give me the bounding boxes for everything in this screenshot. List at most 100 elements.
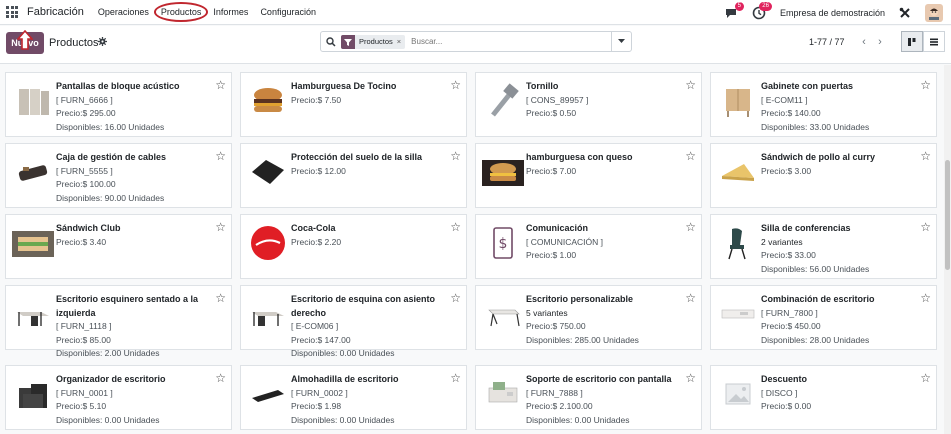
product-price: Precio:$ 3.40 [56,236,107,247]
product-name: Descuento [761,374,808,384]
filter-facet: Productos × [341,34,406,49]
product-card[interactable]: hamburguesa con queso Precio:$ 7.00 ☆ [475,143,702,208]
product-price: Precio:$ 295.00 [56,108,116,119]
favorite-star-icon[interactable]: ☆ [920,292,931,304]
favorite-star-icon[interactable]: ☆ [685,372,696,384]
activities-button[interactable]: 26 [752,1,772,20]
product-name: Hamburguesa De Tocino [291,81,397,91]
product-card[interactable]: Sándwich de pollo al curry Precio:$ 3.00… [710,143,937,208]
list-view-button[interactable] [923,31,945,52]
favorite-star-icon[interactable]: ☆ [215,221,226,233]
product-ref: [ FURN_7800 ] [761,307,818,318]
product-card[interactable]: $ Comunicación [ COMUNICACIÓN ] Precio:$… [475,214,702,279]
product-name: Protección del suelo de la silla [291,152,423,162]
menu-configuracion[interactable]: Configuración [260,7,316,17]
product-card[interactable]: Tornillo [ CONS_89957 ] Precio:$ 0.50 ☆ [475,72,702,137]
apps-menu-icon[interactable] [6,6,20,18]
favorite-star-icon[interactable]: ☆ [450,150,461,162]
scrollbar-thumb[interactable] [945,160,950,270]
product-card[interactable]: Hamburguesa De Tocino Precio:$ 7.50 ☆ [240,72,467,137]
gear-icon[interactable] [98,37,107,46]
product-price: Precio:$ 2.100.00 [526,401,593,412]
favorite-star-icon[interactable]: ☆ [685,79,696,91]
product-name: Gabinete con puertas [761,81,854,91]
menu-productos[interactable]: Productos [153,2,209,22]
search-icon [326,36,336,47]
product-price: Precio:$ 33.00 [761,250,816,261]
product-card[interactable]: Escritorio de esquina con asiento derech… [240,285,467,358]
kanban-view-button[interactable] [901,31,923,52]
product-card[interactable]: Pantallas de bloque acústico [ FURN_6666… [5,72,232,137]
product-card[interactable]: Protección del suelo de la silla Precio:… [240,143,467,208]
user-avatar[interactable] [925,3,943,22]
tools-icon[interactable] [899,7,911,19]
product-card[interactable]: Escritorio personalizable 5 variantes Pr… [475,285,702,350]
product-ref: [ E-COM06 ] [291,321,339,332]
messages-button[interactable]: 5 [724,1,744,20]
favorite-star-icon[interactable]: ☆ [920,221,931,233]
favorite-star-icon[interactable]: ☆ [450,372,461,384]
product-card[interactable]: Descuento [ DISCO ] Precio:$ 0.00 ☆ [710,365,937,430]
product-variants: 2 variantes [761,236,803,247]
favorite-star-icon[interactable]: ☆ [920,79,931,91]
product-card[interactable]: Sándwich Club Precio:$ 3.40 ☆ [5,214,232,279]
menu-informes[interactable]: Informes [213,7,248,17]
product-card[interactable]: Coca-Cola Precio:$ 2.20 ☆ [240,214,467,279]
favorite-star-icon[interactable]: ☆ [685,221,696,233]
favorite-star-icon[interactable]: ☆ [215,150,226,162]
cabinet-icon [716,79,760,123]
burger-icon [246,79,290,123]
pager-next-icon[interactable]: › [871,33,889,51]
favorite-star-icon[interactable]: ☆ [920,150,931,162]
favorite-star-icon[interactable]: ☆ [685,150,696,162]
pager-value[interactable]: 1-77 / 77 [809,37,845,47]
search-bar[interactable]: Productos × [320,31,632,52]
product-card[interactable]: Almohadilla de escritorio [ FURN_0002 ] … [240,365,467,430]
product-card[interactable]: Combinación de escritorio [ FURN_7800 ] … [710,285,937,350]
main-menu: Operaciones Productos Informes Configura… [98,2,316,22]
search-options-toggle[interactable] [611,32,631,51]
product-ref: [ FURN_0001 ] [56,387,113,398]
product-name: Coca-Cola [291,223,336,233]
favorite-star-icon[interactable]: ☆ [920,372,931,384]
organizer-icon [11,372,55,416]
annotation-arrow-up-icon [17,30,33,50]
screen-icon [11,79,55,123]
product-name: Soporte de escritorio con pantalla [526,374,672,384]
product-card[interactable]: Organizador de escritorio [ FURN_0001 ] … [5,365,232,430]
favorite-star-icon[interactable]: ☆ [450,79,461,91]
scrollbar[interactable] [944,65,951,434]
favorite-star-icon[interactable]: ☆ [215,292,226,304]
product-stock: Disponibles: 0.00 Unidades [526,414,630,425]
favorite-star-icon[interactable]: ☆ [450,292,461,304]
product-ref: [ FURN_1118 ] [56,321,112,332]
product-ref: [ CONS_89957 ] [526,94,589,105]
product-stock: Disponibles: 33.00 Unidades [761,121,870,132]
product-name: Comunicación [526,223,589,233]
product-price: Precio:$ 2.20 [291,236,342,247]
favorite-star-icon[interactable]: ☆ [450,221,461,233]
placeholder-image-icon [716,372,760,416]
product-name: Silla de conferencias [761,223,851,233]
app-name[interactable]: Fabricación [27,6,84,18]
club-sandwich-icon [11,221,55,265]
messages-badge: 5 [734,1,744,11]
dollar-doc-icon: $ [481,221,525,265]
menu-operaciones[interactable]: Operaciones [98,7,149,17]
search-input[interactable] [411,37,611,46]
product-stock: Disponibles: 285.00 Unidades [526,334,639,345]
product-card[interactable]: Gabinete con puertas [ E-COM11 ] Precio:… [710,72,937,137]
favorite-star-icon[interactable]: ☆ [215,79,226,91]
facet-remove-icon[interactable]: × [397,37,405,46]
product-price: Precio:$ 7.00 [526,165,577,176]
product-variants: 5 variantes [526,307,568,318]
product-card[interactable]: Escritorio esquinero sentado a la izquie… [5,285,232,358]
product-card[interactable]: Silla de conferencias 2 variantes Precio… [710,214,937,279]
favorite-star-icon[interactable]: ☆ [685,292,696,304]
favorite-star-icon[interactable]: ☆ [215,372,226,384]
product-card[interactable]: Caja de gestión de cables [ FURN_5555 ] … [5,143,232,208]
product-ref: [ E-COM11 ] [761,94,808,105]
company-switcher[interactable]: Empresa de demostración [780,8,885,18]
product-card[interactable]: Soporte de escritorio con pantalla [ FUR… [475,365,702,430]
filter-icon [341,34,355,49]
